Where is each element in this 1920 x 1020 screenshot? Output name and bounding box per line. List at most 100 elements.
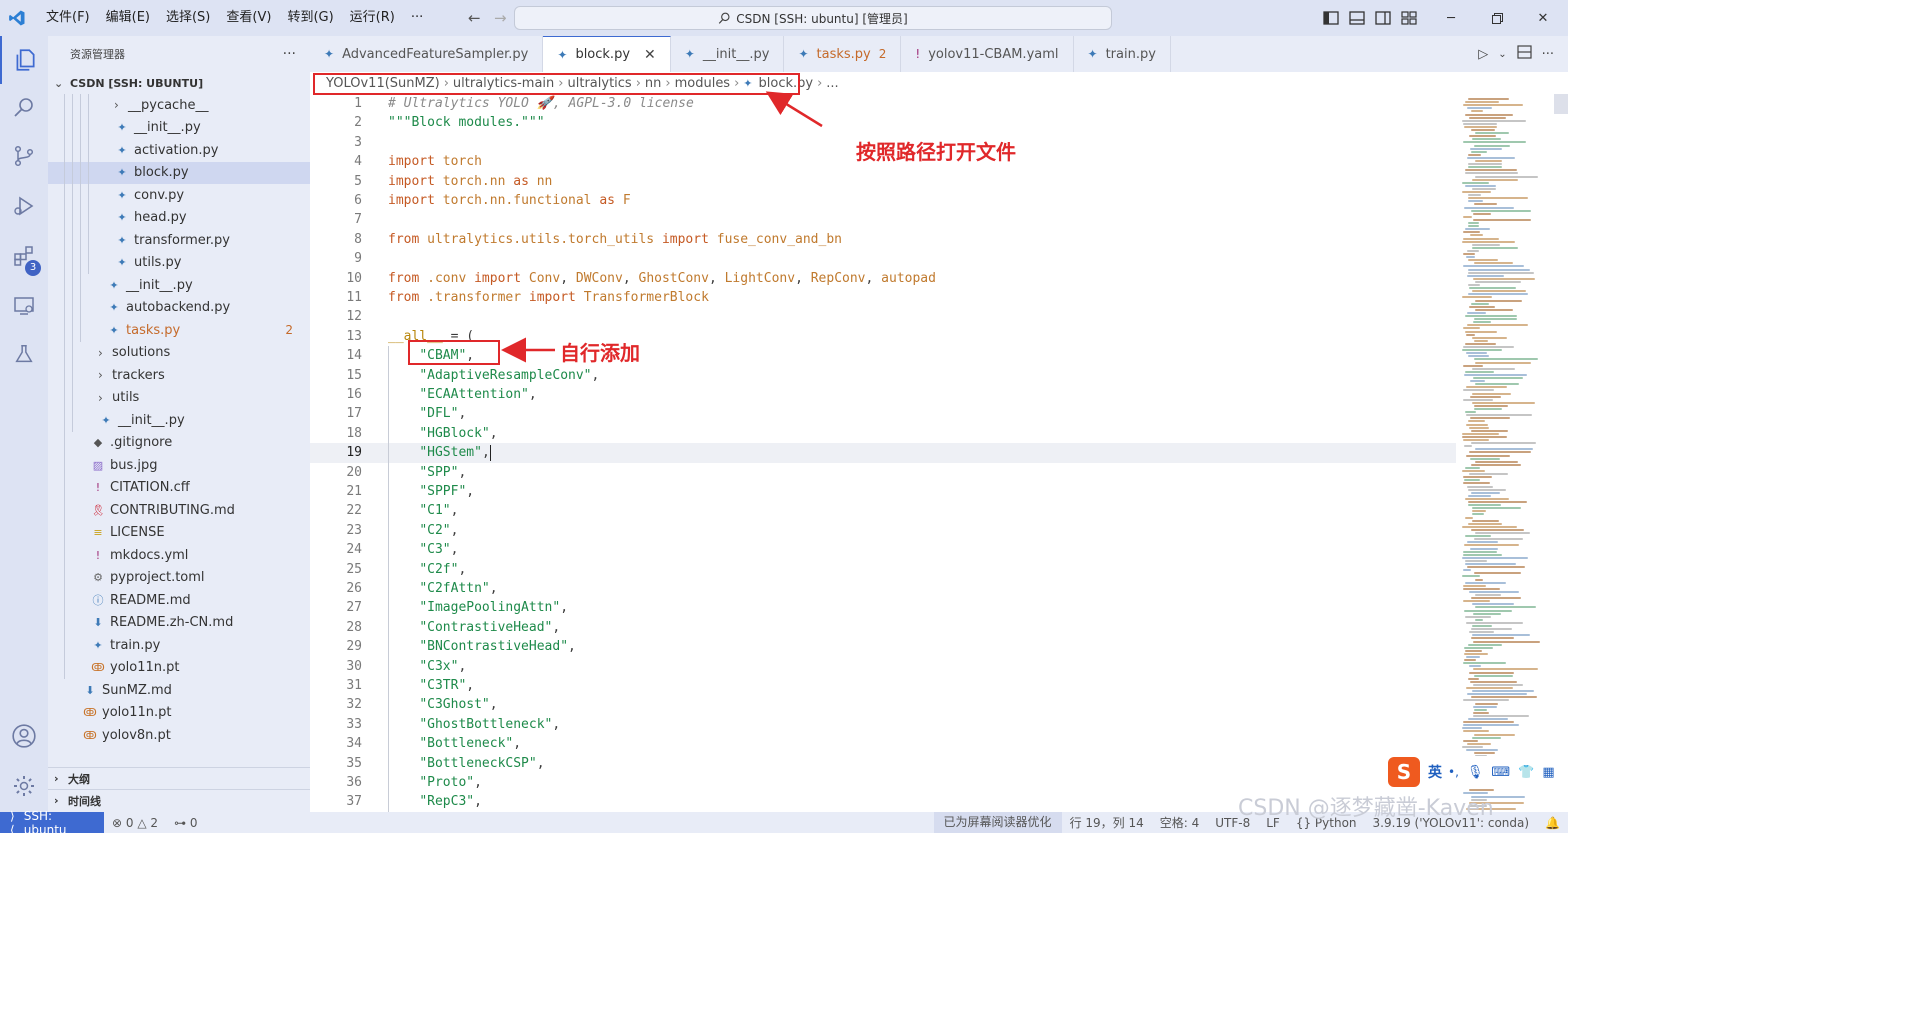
tree-file[interactable]: ✦ transformer.py — [48, 229, 310, 252]
run-debug-icon[interactable] — [0, 182, 48, 230]
forward-arrow-icon[interactable]: → — [487, 9, 513, 27]
minimap[interactable] — [1456, 94, 1568, 812]
code-line[interactable]: 5 import torch.nn as nn — [310, 172, 1456, 191]
tree-file[interactable]: ! CITATION.cff — [48, 476, 310, 499]
tree-file[interactable]: ◆ .gitignore — [48, 431, 310, 454]
menu-item[interactable]: 选择(S) — [158, 0, 218, 36]
indentation[interactable]: 空格: 4 — [1152, 814, 1208, 831]
editor-tab[interactable]: ! yolov11-CBAM.yaml — [901, 36, 1074, 72]
menu-item[interactable]: 转到(G) — [279, 0, 341, 36]
code-editor[interactable]: 1 # Ultralytics YOLO 🚀, AGPL-3.0 license 2… — [310, 94, 1456, 812]
code-line[interactable]: 15 "AdaptiveResampleConv", — [310, 365, 1456, 385]
code-line[interactable]: 12 — [310, 307, 1456, 326]
code-line[interactable]: 10 from .conv import Conv, DWConv, GhostC… — [310, 269, 1456, 288]
editor-tab[interactable]: ✦ __init__.py — [671, 36, 785, 72]
menu-item[interactable]: 文件(F) — [38, 0, 98, 36]
menu-item[interactable]: ··· — [403, 0, 431, 36]
tree-file[interactable]: ✦ block.py — [48, 161, 310, 184]
tree-file[interactable]: ≡ LICENSE — [48, 521, 310, 544]
code-line[interactable]: 11 from .transformer import TransformerBl… — [310, 288, 1456, 307]
tree-folder[interactable]: › utils — [48, 386, 310, 409]
minimize-icon[interactable]: ─ — [1428, 0, 1474, 36]
code-line[interactable]: 20 "SPP", — [310, 462, 1456, 482]
command-center-search[interactable]: CSDN [SSH: ubuntu] [管理员] — [514, 6, 1112, 30]
remote-indicator[interactable]: ⟩⟨ SSH: ubuntu — [0, 809, 104, 833]
code-line[interactable]: 26 "C2fAttn", — [310, 579, 1456, 599]
code-line[interactable]: 16 "ECAAttention", — [310, 385, 1456, 405]
notifications-bell-icon[interactable]: 🔔 — [1537, 816, 1568, 830]
tree-folder[interactable]: › trackers — [48, 364, 310, 387]
toggle-panel-icon[interactable] — [1344, 0, 1370, 36]
source-control-icon[interactable] — [0, 132, 48, 180]
tree-folder[interactable]: › __pycache__ — [48, 94, 310, 117]
scrollbar-thumb[interactable] — [1554, 94, 1568, 114]
tree-file[interactable]: ✦ __init__.py — [48, 409, 310, 432]
code-line[interactable]: 6 import torch.nn.functional as F — [310, 191, 1456, 210]
tree-file[interactable]: ▨ bus.jpg — [48, 454, 310, 477]
microphone-icon[interactable]: 🎙 — [1467, 765, 1484, 780]
ime-punctuation[interactable]: •, — [1448, 765, 1459, 779]
code-line[interactable]: 31 "C3TR", — [310, 676, 1456, 696]
editor-tab[interactable]: ✦ tasks.py 2 — [784, 36, 902, 72]
tree-folder[interactable]: › solutions — [48, 341, 310, 364]
maximize-icon[interactable] — [1474, 0, 1520, 36]
tree-file[interactable]: ⚙ pyproject.toml — [48, 566, 310, 589]
customize-layout-icon[interactable] — [1396, 0, 1422, 36]
more-actions-icon[interactable]: ··· — [283, 46, 296, 62]
close-tab-icon[interactable]: ✕ — [644, 47, 656, 63]
run-python-file-icon[interactable]: ▷ — [1478, 47, 1488, 62]
ime-language[interactable]: 英 — [1428, 762, 1442, 782]
screen-reader-status[interactable]: 已为屏幕阅读器优化 — [933, 812, 1062, 833]
code-line[interactable]: 24 "C3", — [310, 540, 1456, 560]
code-line[interactable]: 30 "C3x", — [310, 656, 1456, 676]
keyboard-icon[interactable]: ⌨ — [1491, 765, 1510, 780]
toggle-primary-sidebar-icon[interactable] — [1318, 0, 1344, 36]
code-line[interactable]: 28 "ContrastiveHead", — [310, 617, 1456, 638]
tree-file[interactable]: ↂ yolo11n.pt — [48, 702, 310, 725]
code-line[interactable]: 13 __all__ = ( — [310, 327, 1456, 346]
cursor-position[interactable]: 行 19，列 14 — [1062, 814, 1152, 831]
code-line[interactable]: 9 — [310, 249, 1456, 268]
code-line[interactable]: 25 "C2f", — [310, 559, 1456, 579]
tree-file[interactable]: ✦ train.py — [48, 634, 310, 657]
tree-file[interactable]: ✦ tasks.py 2 — [48, 319, 310, 342]
explorer-icon[interactable] — [0, 36, 48, 84]
breadcrumb-item[interactable]: ultralytics — [568, 76, 632, 91]
breadcrumb-item[interactable]: nn — [645, 76, 661, 91]
testing-icon[interactable] — [0, 330, 48, 378]
toolbox-icon[interactable]: ▦ — [1542, 765, 1554, 780]
code-line[interactable]: 21 "SPPF", — [310, 482, 1456, 502]
code-line[interactable]: 19 "HGStem", — [310, 443, 1456, 463]
code-line[interactable]: 7 — [310, 210, 1456, 229]
toggle-secondary-sidebar-icon[interactable] — [1370, 0, 1396, 36]
code-line[interactable]: 22 "C1", — [310, 501, 1456, 521]
split-editor-icon[interactable] — [1516, 45, 1532, 63]
code-line[interactable]: 8 from ultralytics.utils.torch_utils impo… — [310, 230, 1456, 249]
tree-file[interactable]: ✦ activation.py — [48, 139, 310, 162]
ports-indicator[interactable]: ⊶ 0 — [166, 816, 205, 830]
tree-file[interactable]: ↂ yolo11n.pt — [48, 656, 310, 679]
editor-tab[interactable]: ✦ AdvancedFeatureSampler.py — [310, 36, 544, 72]
menu-item[interactable]: 查看(V) — [218, 0, 279, 36]
workspace-root[interactable]: ⌄ CSDN [SSH: UBUNTU] — [48, 72, 310, 94]
back-arrow-icon[interactable]: ← — [461, 9, 487, 27]
code-line[interactable]: 32 "C3Ghost", — [310, 695, 1456, 715]
code-line[interactable]: 34 "Bottleneck", — [310, 734, 1456, 754]
tree-file[interactable]: ✦ autobackend.py — [48, 296, 310, 319]
tree-file[interactable]: ✦ __init__.py — [48, 116, 310, 139]
close-window-icon[interactable]: ✕ — [1520, 0, 1566, 36]
tree-file[interactable]: ⬇ README.zh-CN.md — [48, 611, 310, 634]
tree-file[interactable]: ! mkdocs.yml — [48, 544, 310, 567]
extensions-icon[interactable]: 3 — [0, 232, 48, 280]
more-actions-icon[interactable]: ··· — [1542, 47, 1554, 62]
tree-file[interactable]: ✦ __init__.py — [48, 274, 310, 297]
code-line[interactable]: 1 # Ultralytics YOLO 🚀, AGPL-3.0 license — [310, 94, 1456, 113]
editor-tab[interactable]: ✦ block.py ✕ — [543, 36, 671, 72]
tree-file[interactable]: ✦ conv.py — [48, 184, 310, 207]
remote-explorer-icon[interactable] — [0, 282, 48, 330]
tree-file[interactable]: ⓘ README.md — [48, 589, 310, 612]
code-line[interactable]: 17 "DFL", — [310, 404, 1456, 424]
breadcrumb-item[interactable]: ... — [826, 76, 838, 91]
code-line[interactable]: 29 "BNContrastiveHead", — [310, 637, 1456, 657]
tree-file[interactable]: ✦ head.py — [48, 206, 310, 229]
